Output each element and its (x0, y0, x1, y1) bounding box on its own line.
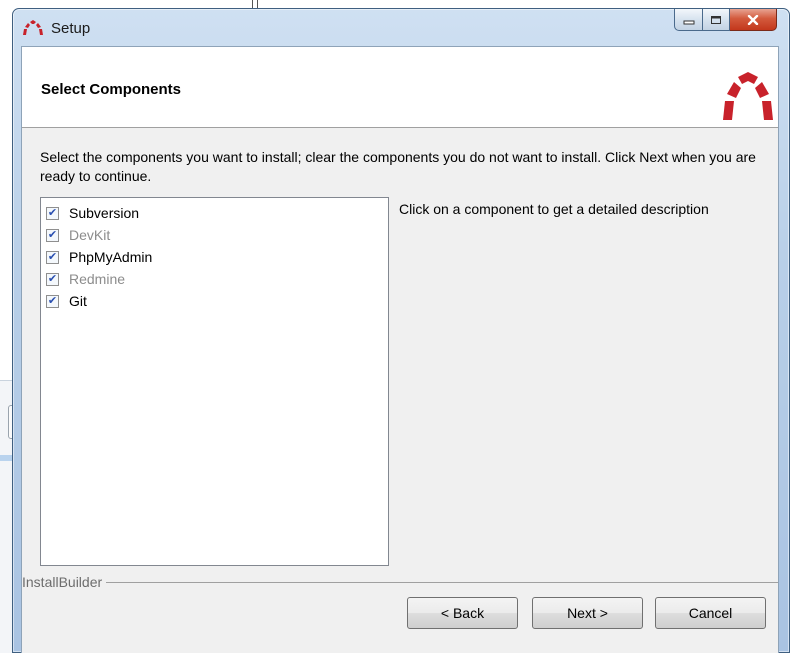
component-label: Git (69, 293, 87, 309)
component-item-devkit[interactable]: ✔ DevKit (46, 224, 388, 246)
component-item-git[interactable]: ✔ Git (46, 290, 388, 312)
component-checkbox[interactable]: ✔ (46, 250, 59, 264)
checkmark-icon: ✔ (47, 272, 58, 285)
close-button[interactable] (730, 9, 777, 31)
wizard-content: Select Components Select the components … (21, 46, 779, 653)
divider (22, 582, 778, 583)
checkmark-icon: ✔ (47, 294, 58, 307)
maximize-button[interactable] (703, 9, 730, 31)
component-item-phpmyadmin[interactable]: ✔ PhpMyAdmin (46, 246, 388, 268)
component-label: Redmine (69, 271, 126, 287)
component-checkbox[interactable]: ✔ (46, 272, 59, 286)
instructions-text: Select the components you want to instal… (40, 149, 756, 184)
close-icon (747, 14, 759, 25)
next-button[interactable]: Next > (532, 597, 643, 629)
redmine-logo-icon (723, 72, 773, 120)
maximize-icon (711, 15, 721, 24)
branding-label: InstallBuilder (22, 574, 107, 590)
component-item-subversion[interactable]: ✔ Subversion (46, 202, 388, 224)
redmine-arch-icon (23, 20, 43, 35)
back-button[interactable]: < Back (407, 597, 518, 629)
setup-window: Setup Select Components Select the compo… (12, 8, 790, 653)
component-label: PhpMyAdmin (69, 249, 153, 265)
component-checkbox[interactable]: ✔ (46, 206, 59, 220)
component-label: Subversion (69, 205, 140, 221)
checkmark-icon: ✔ (47, 206, 58, 219)
cancel-button[interactable]: Cancel (655, 597, 766, 629)
component-checkbox[interactable]: ✔ (46, 294, 59, 308)
caption-buttons (674, 9, 777, 31)
component-label: DevKit (69, 227, 111, 243)
minimize-button[interactable] (674, 9, 703, 31)
component-list[interactable]: ✔ Subversion ✔ DevKit ✔ PhpMyAdmin ✔ Red… (40, 197, 389, 566)
checkmark-icon: ✔ (47, 250, 58, 263)
component-checkbox[interactable]: ✔ (46, 228, 59, 242)
checkmark-icon: ✔ (47, 228, 58, 241)
wizard-header: Select Components (22, 47, 778, 128)
component-description: Click on a component to get a detailed d… (399, 201, 709, 217)
component-item-redmine[interactable]: ✔ Redmine (46, 268, 388, 290)
title-bar[interactable]: Setup (13, 9, 789, 46)
window-title: Setup (51, 20, 91, 37)
minimize-icon (683, 20, 694, 24)
page-title: Select Components (41, 81, 182, 98)
